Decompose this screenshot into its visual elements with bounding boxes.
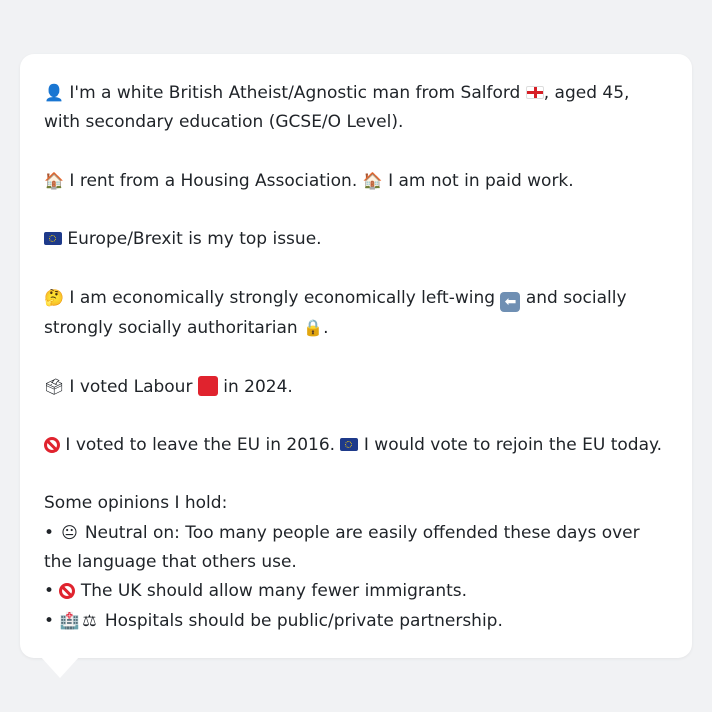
lock-icon: 🔒 bbox=[303, 318, 324, 337]
eu-flag-icon bbox=[44, 232, 62, 245]
scales-icon: ⚖ bbox=[82, 611, 97, 630]
bullet: • bbox=[44, 523, 55, 543]
vote-2024-line: 🗳 I voted Labour in 2024. bbox=[44, 372, 668, 402]
brexit-text-start: I voted to leave the EU in 2016. bbox=[65, 435, 336, 455]
house-icon: 🏠 bbox=[44, 171, 64, 190]
neutral-face-icon: 😐 bbox=[61, 523, 78, 542]
vote-text-start: I voted Labour bbox=[69, 377, 193, 397]
housing-text: I rent from a Housing Association. bbox=[69, 171, 358, 191]
person-icon: 👤 bbox=[44, 83, 64, 102]
england-flag-icon bbox=[525, 86, 544, 99]
bullet: • bbox=[44, 581, 55, 601]
vote-text-end: in 2024. bbox=[223, 377, 293, 397]
brexit-text-end: I would vote to rejoin the EU today. bbox=[363, 435, 663, 455]
housing-line: 🏠 I rent from a Housing Association. 🏠 I… bbox=[44, 166, 668, 196]
work-text: I am not in paid work. bbox=[388, 171, 574, 191]
prohibited-icon-2 bbox=[59, 583, 76, 599]
thinking-face-icon: 🤔 bbox=[44, 288, 64, 307]
eu-flag-icon-2 bbox=[340, 438, 359, 451]
labour-red-square-icon bbox=[197, 376, 218, 396]
opinion-item: • 😐 Neutral on: Too many people are easi… bbox=[44, 518, 668, 577]
brexit-line: I voted to leave the EU in 2016. I would… bbox=[44, 431, 668, 460]
top-issue-line: Europe/Brexit is my top issue. bbox=[44, 225, 668, 254]
ballot-box-icon: 🗳 bbox=[44, 377, 65, 396]
opinion-item: • 🏥 ⚖ Hospitals should be public/private … bbox=[44, 606, 668, 636]
opinion-item: • The UK should allow many fewer immigra… bbox=[44, 577, 668, 606]
hospital-icon: 🏥 bbox=[59, 611, 80, 630]
bullet: • bbox=[44, 611, 55, 631]
top-issue-text: Europe/Brexit is my top issue. bbox=[67, 229, 322, 249]
identity-line: 👤 I'm a white British Atheist/Agnostic m… bbox=[44, 78, 668, 137]
ideology-text-end: . bbox=[323, 318, 329, 338]
opinions-header: Some opinions I hold: bbox=[44, 493, 228, 513]
opinion-text: Neutral on: Too many people are easily o… bbox=[44, 523, 640, 572]
opinion-text: The UK should allow many fewer immigrant… bbox=[80, 581, 468, 601]
ideology-line: 🤔 I am economically strongly economicall… bbox=[44, 283, 668, 343]
speech-bubble-tail bbox=[40, 656, 80, 678]
prohibited-icon bbox=[44, 437, 60, 453]
left-arrow-icon: ⬅ bbox=[500, 292, 521, 312]
opinion-text: Hospitals should be public/private partn… bbox=[104, 611, 503, 631]
identity-text-start: I'm a white British Atheist/Agnostic man… bbox=[69, 83, 521, 103]
persona-card: 👤 I'm a white British Atheist/Agnostic m… bbox=[20, 54, 692, 658]
house-icon-2: 🏠 bbox=[362, 171, 383, 190]
ideology-text-start: I am economically strongly economically … bbox=[69, 288, 496, 308]
